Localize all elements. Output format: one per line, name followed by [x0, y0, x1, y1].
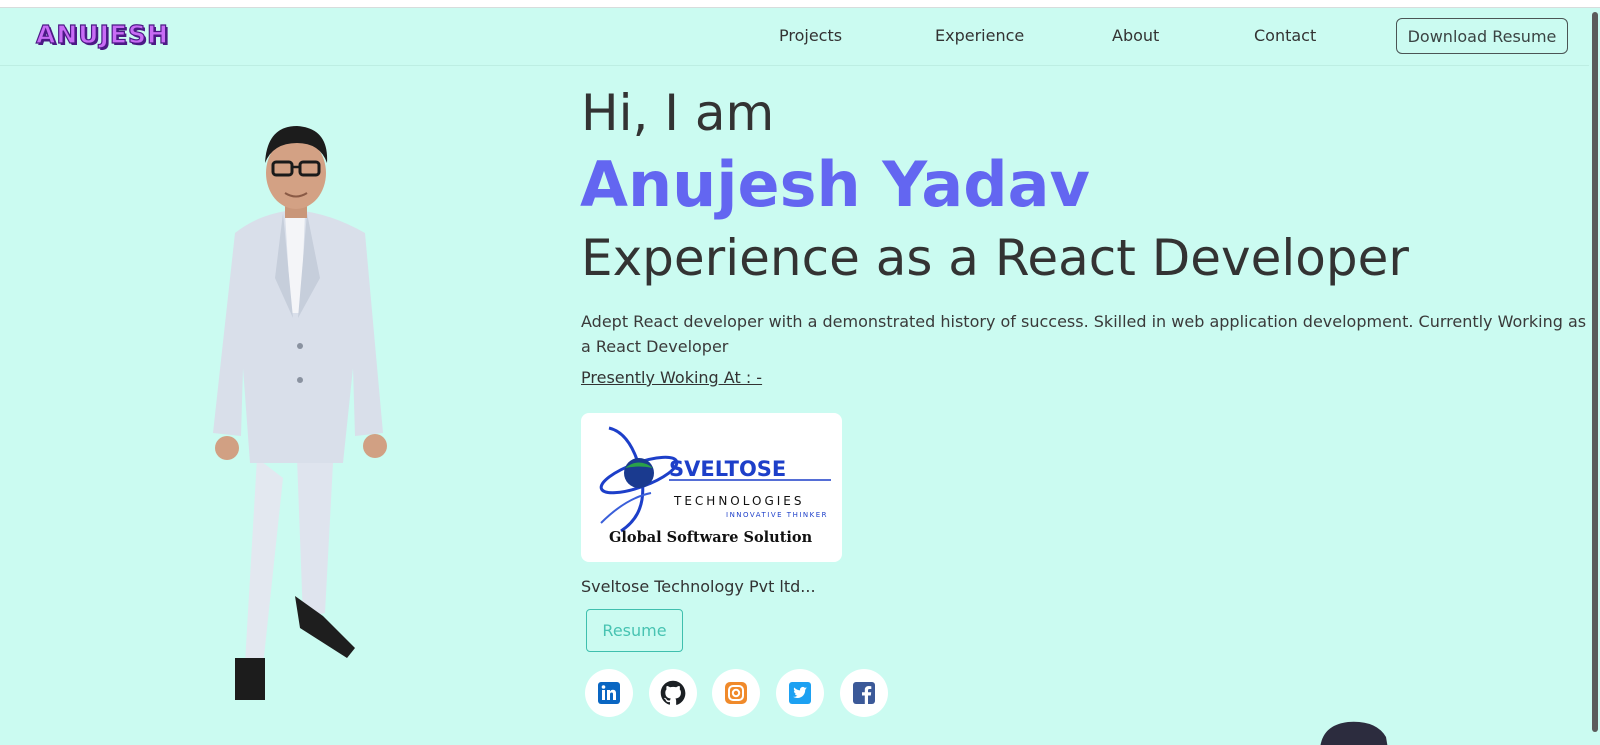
name-heading: Anujesh Yadav [580, 148, 1090, 221]
illustration-head-partial [1320, 721, 1388, 745]
download-resume-button[interactable]: Download Resume [1396, 18, 1568, 54]
intro-description: Adept React developer with a demonstrate… [581, 312, 1587, 356]
company-name: Sveltose Technology Pvt ltd... [581, 577, 816, 596]
linkedin-icon [598, 682, 620, 704]
facebook-icon [853, 682, 875, 704]
company-logo-title: SVELTOSE [669, 457, 786, 481]
browser-top-edge [0, 0, 1600, 8]
twitter-icon [789, 682, 811, 704]
nav-link-about[interactable]: About [1112, 26, 1159, 45]
resume-button[interactable]: Resume [586, 609, 683, 652]
facebook-link[interactable] [840, 669, 888, 717]
nav-link-projects[interactable]: Projects [779, 26, 842, 45]
company-logo-slogan: Global Software Solution [609, 529, 813, 546]
site-logo[interactable]: ANUJESH [35, 19, 169, 49]
linkedin-link[interactable] [585, 669, 633, 717]
nav-link-contact[interactable]: Contact [1254, 26, 1316, 45]
company-logo-card: SVELTOSE TECHNOLOGIES INNOVATIVE THINKER… [581, 413, 842, 562]
page-scrollbar[interactable] [1589, 8, 1600, 745]
profile-photo [213, 126, 387, 700]
company-logo: SVELTOSE TECHNOLOGIES INNOVATIVE THINKER… [599, 426, 831, 546]
top-navbar: ANUJESH Projects Experience About Contac… [0, 9, 1589, 66]
github-link[interactable] [649, 669, 697, 717]
company-logo-tagline: INNOVATIVE THINKER [726, 511, 828, 519]
scrollbar-thumb[interactable] [1592, 12, 1598, 732]
instagram-link[interactable] [712, 669, 760, 717]
present-work-label: Presently Woking At : - [581, 368, 763, 387]
company-logo-subtitle: TECHNOLOGIES [673, 494, 804, 508]
instagram-icon [725, 682, 747, 704]
role-heading: Experience as a React Developer [581, 229, 1409, 287]
github-icon [660, 680, 686, 705]
nav-link-experience[interactable]: Experience [935, 26, 1024, 45]
greeting-heading: Hi, I am [581, 84, 775, 142]
twitter-link[interactable] [776, 669, 824, 717]
